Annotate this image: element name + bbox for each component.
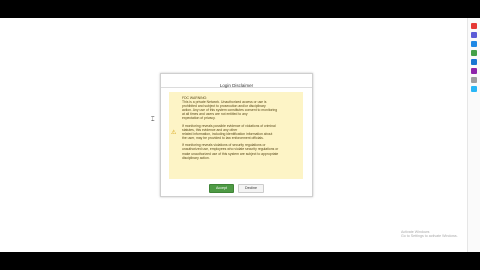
watermark-line: Go to Settings to activate Windows. xyxy=(401,234,458,239)
sidebar-icon[interactable] xyxy=(471,32,477,38)
warning-paragraph: FDC WARNING: This is a private Network. … xyxy=(182,96,278,121)
warning-text: FDC WARNING: This is a private Network. … xyxy=(182,96,301,163)
dialog-actions: Accept Decline xyxy=(161,184,312,193)
sidebar-icon[interactable] xyxy=(471,50,477,56)
mouse-cursor-icon: ⌶ xyxy=(151,117,155,123)
warning-paragraph: If monitoring reveals violations of secu… xyxy=(182,143,279,160)
dialog-header: Login Disclaimer xyxy=(161,74,312,88)
warning-box: ⚠ FDC WARNING: This is a private Network… xyxy=(169,92,303,179)
dialog-title: Login Disclaimer xyxy=(219,83,254,88)
sidebar-icon[interactable] xyxy=(471,77,477,83)
browser-side-toolbar xyxy=(467,18,480,252)
warning-icon: ⚠ xyxy=(171,130,177,136)
activate-windows-watermark: Activate Windows Go to Settings to activ… xyxy=(401,230,458,239)
warning-paragraph: If monitoring reveals possible evidence … xyxy=(182,123,276,141)
login-disclaimer-dialog: Login Disclaimer ⚠ FDC WARNING: This is … xyxy=(160,73,313,197)
sidebar-icon[interactable] xyxy=(471,23,477,29)
sidebar-icon[interactable] xyxy=(471,86,477,92)
sidebar-icon[interactable] xyxy=(471,68,477,74)
accept-button[interactable]: Accept xyxy=(209,184,234,193)
sidebar-icon[interactable] xyxy=(471,41,477,47)
decline-button[interactable]: Decline xyxy=(238,184,264,193)
watermark-line: Activate Windows xyxy=(401,230,430,234)
sidebar-icon[interactable] xyxy=(471,59,477,65)
